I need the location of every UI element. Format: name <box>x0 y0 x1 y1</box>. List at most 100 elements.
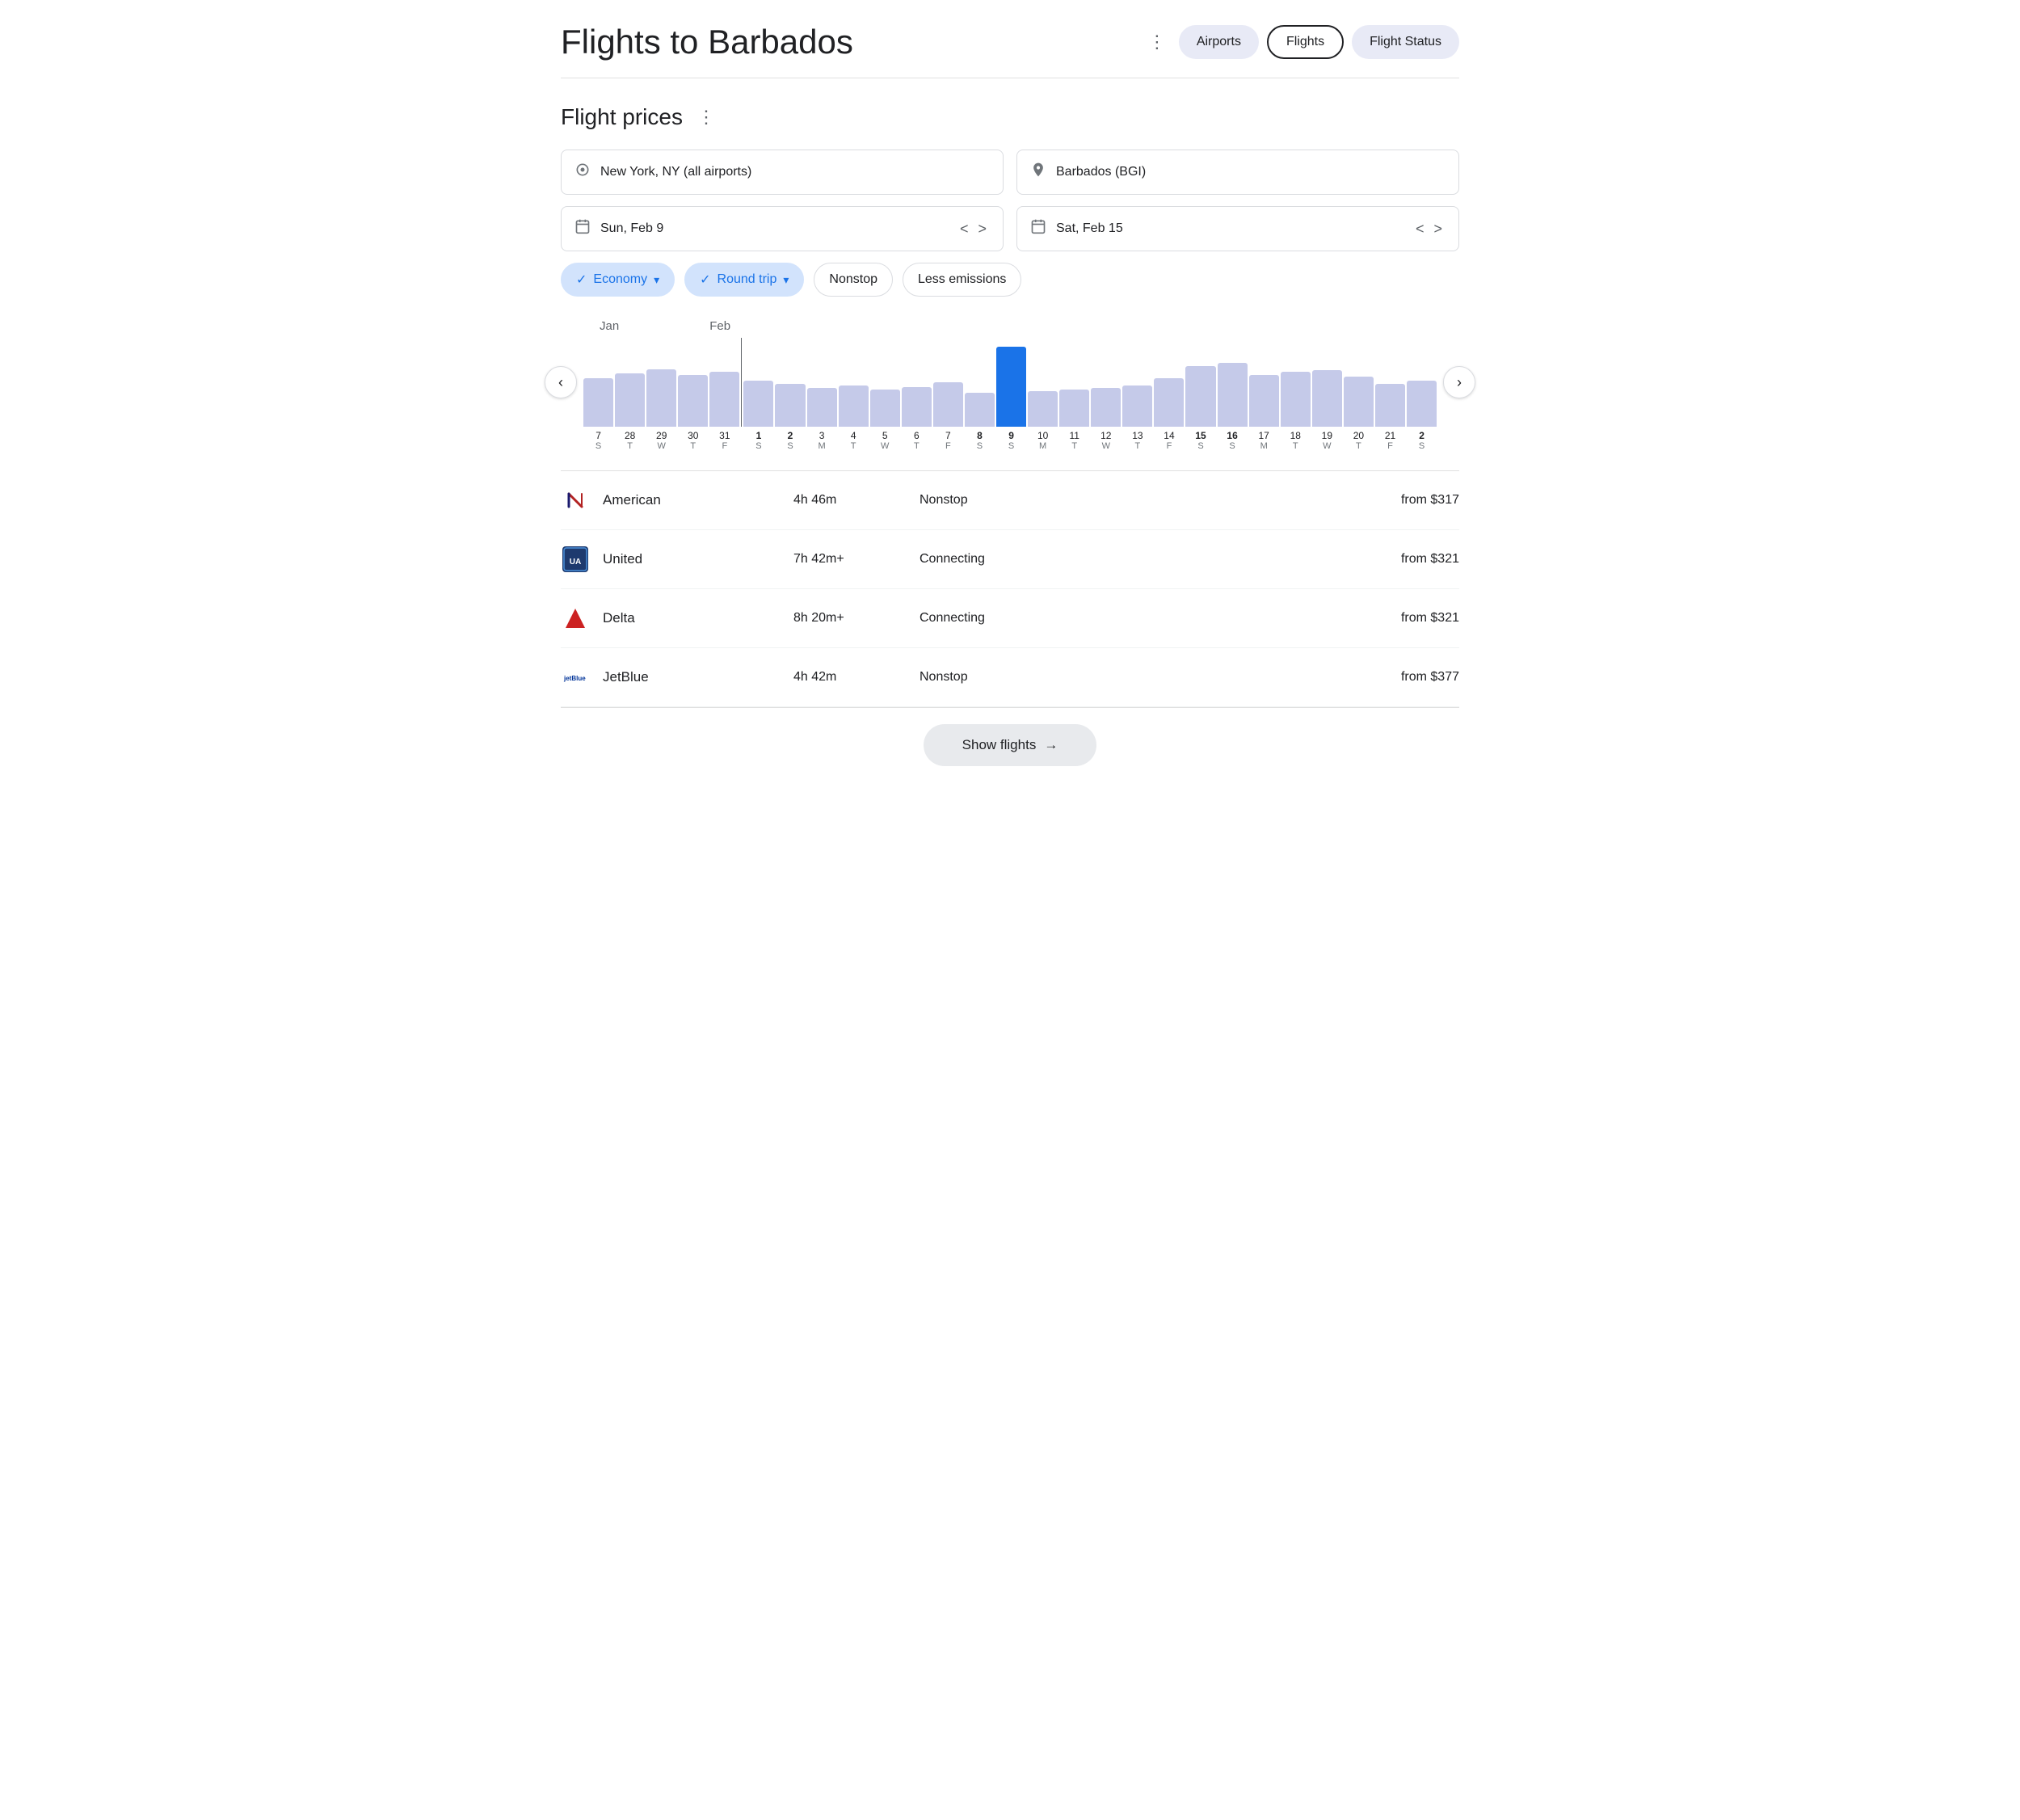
bar-col-10[interactable] <box>902 338 932 427</box>
bar-col-13[interactable] <box>996 338 1026 427</box>
airline-list: American 4h 46m Nonstop from $317 UA Uni… <box>561 470 1459 707</box>
bar-col-2[interactable] <box>646 338 676 427</box>
show-flights-arrow: → <box>1044 737 1058 753</box>
bar-col-14[interactable] <box>1028 338 1058 427</box>
airline-row-american[interactable]: American 4h 46m Nonstop from $317 <box>561 471 1459 530</box>
bar-col-4[interactable] <box>709 338 739 427</box>
origin-input[interactable]: New York, NY (all airports) <box>561 150 1004 195</box>
tab-airports[interactable]: Airports <box>1179 25 1259 59</box>
return-next-button[interactable]: > <box>1430 219 1446 239</box>
bar-col-15[interactable] <box>1059 338 1089 427</box>
date-label-col-25: 21F <box>1375 430 1405 451</box>
date-label-col-9: 5W <box>870 430 900 451</box>
nonstop-filter[interactable]: Nonstop <box>814 263 893 297</box>
bar-col-21[interactable] <box>1249 338 1279 427</box>
bar-col-11[interactable] <box>933 338 963 427</box>
bar-col-25[interactable] <box>1375 338 1405 427</box>
depart-date-input[interactable]: Sun, Feb 9 < > <box>561 206 1004 251</box>
price-chart-section: Jan Feb ‹ › 7S28T29W30T31F1S2S3M4T5W6T7F… <box>561 319 1459 451</box>
less-emissions-filter[interactable]: Less emissions <box>903 263 1021 297</box>
airline-name-jetblue: JetBlue <box>603 669 684 685</box>
chart-prev-button[interactable]: ‹ <box>545 366 577 398</box>
date-label-col-12: 8S <box>965 430 995 451</box>
main-content: Flight prices ⋮ New York, NY (all airpor… <box>561 78 1459 800</box>
month-jan-label: Jan <box>600 319 619 333</box>
economy-check-icon: ✓ <box>576 272 587 288</box>
bar-col-18[interactable] <box>1154 338 1184 427</box>
chart-next-button[interactable]: › <box>1443 366 1475 398</box>
less-emissions-label: Less emissions <box>918 272 1006 287</box>
bar-col-5[interactable] <box>743 338 773 427</box>
bar-col-12[interactable] <box>965 338 995 427</box>
page-title: Flights to Barbados <box>561 23 1129 61</box>
section-header: Flight prices ⋮ <box>561 104 1459 130</box>
bar-col-1[interactable] <box>615 338 645 427</box>
destination-icon <box>1030 162 1046 183</box>
flight-prices-more-icon[interactable]: ⋮ <box>697 107 715 128</box>
date-label-col-6: 2S <box>775 430 805 451</box>
bar-col-19[interactable] <box>1185 338 1215 427</box>
economy-filter[interactable]: ✓ Economy ▾ <box>561 263 675 297</box>
more-options-icon[interactable]: ⋮ <box>1148 32 1166 53</box>
depart-next-button[interactable]: > <box>974 219 990 239</box>
filters-row: ✓ Economy ▾ ✓ Round trip ▾ Nonstop Less … <box>561 263 1459 297</box>
airline-row-jetblue[interactable]: jetBlue JetBlue 4h 42m Nonstop from $377 <box>561 648 1459 707</box>
bar-col-23[interactable] <box>1312 338 1342 427</box>
bar-col-20[interactable] <box>1218 338 1248 427</box>
section-title: Flight prices <box>561 104 683 130</box>
date-label-col-20: 16S <box>1218 430 1248 451</box>
date-label-col-1: 28T <box>615 430 645 451</box>
round-trip-chevron-icon: ▾ <box>783 273 789 287</box>
return-date-nav: < > <box>1412 219 1446 239</box>
show-flights-button[interactable]: Show flights → <box>924 724 1097 766</box>
destination-input[interactable]: Barbados (BGI) <box>1016 150 1459 195</box>
date-label-col-16: 12W <box>1091 430 1121 451</box>
return-prev-button[interactable]: < <box>1412 219 1428 239</box>
airline-stops-delta: Connecting <box>920 611 1016 626</box>
airline-stops-jetblue: Nonstop <box>920 670 1016 685</box>
bar-col-9[interactable] <box>870 338 900 427</box>
airline-name-delta: Delta <box>603 610 684 626</box>
bar-col-22[interactable] <box>1281 338 1311 427</box>
dates-row: Sun, Feb 9 < > Sat, Feb 15 < > <box>561 206 1459 251</box>
bar-col-7[interactable] <box>807 338 837 427</box>
bar-col-17[interactable] <box>1122 338 1152 427</box>
airline-price-jetblue: from $377 <box>1401 670 1459 685</box>
depart-prev-button[interactable]: < <box>957 219 972 239</box>
economy-chevron-icon: ▾ <box>654 273 659 287</box>
depart-calendar-icon <box>574 218 591 239</box>
date-label-col-17: 13T <box>1122 430 1152 451</box>
destination-text: Barbados (BGI) <box>1056 165 1146 179</box>
bar-col-8[interactable] <box>839 338 869 427</box>
date-label-col-26: 2S <box>1407 430 1437 451</box>
nonstop-label: Nonstop <box>829 272 877 287</box>
date-label-col-4: 31F <box>709 430 739 451</box>
airline-stops-american: Nonstop <box>920 493 1016 508</box>
origin-destination-row: New York, NY (all airports) Barbados (BG… <box>561 150 1459 195</box>
bar-col-6[interactable] <box>775 338 805 427</box>
month-labels: Jan Feb <box>561 319 1459 333</box>
bar-col-24[interactable] <box>1344 338 1374 427</box>
chart-wrapper: ‹ › <box>561 338 1459 427</box>
depart-date-text: Sun, Feb 9 <box>600 221 663 236</box>
return-date-input[interactable]: Sat, Feb 15 < > <box>1016 206 1459 251</box>
tab-flight-status[interactable]: Flight Status <box>1352 25 1459 59</box>
bar-col-3[interactable] <box>678 338 708 427</box>
date-label-col-24: 20T <box>1344 430 1374 451</box>
airline-row-united[interactable]: UA United 7h 42m+ Connecting from $321 <box>561 530 1459 589</box>
month-divider <box>741 338 742 427</box>
round-trip-filter[interactable]: ✓ Round trip ▾ <box>684 263 804 297</box>
svg-text:UA: UA <box>570 558 581 567</box>
tab-flights[interactable]: Flights <box>1267 25 1344 59</box>
bar-col-0[interactable] <box>583 338 613 427</box>
date-label-col-13: 9S <box>996 430 1026 451</box>
bar-col-26[interactable] <box>1407 338 1437 427</box>
airline-row-delta[interactable]: Delta 8h 20m+ Connecting from $321 <box>561 589 1459 648</box>
date-label-col-23: 19W <box>1312 430 1342 451</box>
round-trip-label: Round trip <box>718 272 777 287</box>
airline-logo-american <box>561 486 590 515</box>
date-labels: 7S28T29W30T31F1S2S3M4T5W6T7F8S9S10M11T12… <box>561 430 1459 451</box>
bar-col-16[interactable] <box>1091 338 1121 427</box>
airline-price-delta: from $321 <box>1401 611 1459 626</box>
airline-name-united: United <box>603 551 684 567</box>
